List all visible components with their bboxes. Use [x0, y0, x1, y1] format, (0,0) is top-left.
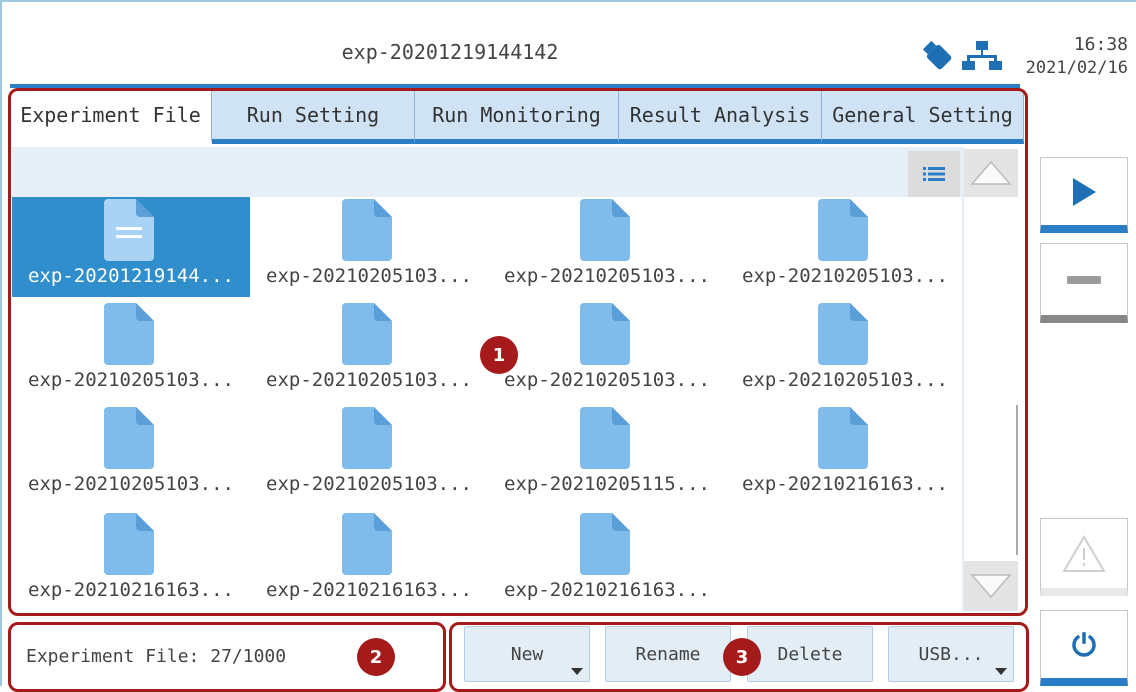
warning-icon [1062, 534, 1106, 572]
rename-button-label: Rename [635, 643, 701, 665]
callout-marker-2: 2 [357, 638, 395, 676]
new-button-label: New [510, 643, 544, 665]
experiment-title: exp-20201219144142 [341, 40, 559, 64]
delete-button[interactable]: Delete [747, 626, 873, 682]
callout-marker-3: 3 [723, 638, 761, 676]
clock-date: 2021/02/16 [1025, 58, 1128, 78]
stop-button[interactable] [1040, 243, 1128, 323]
clock: 16:38 2021/02/16 [1026, 34, 1128, 80]
play-icon [1073, 177, 1096, 206]
new-button[interactable]: New [464, 626, 590, 682]
minus-icon [1067, 275, 1101, 284]
usb-drive-icon [922, 40, 952, 70]
app-screen: exp-20201219144142 16:38 2021/02/16 Expe… [0, 0, 1136, 692]
experiment-file-count: Experiment File: 27/1000 [26, 646, 287, 667]
network-icon [962, 41, 1002, 70]
callout-marker-1: 1 [480, 336, 518, 374]
dropdown-arrow-icon [995, 668, 1007, 675]
dropdown-arrow-icon [571, 668, 583, 675]
run-button[interactable] [1040, 157, 1128, 233]
rename-button[interactable]: Rename [605, 626, 731, 682]
warning-button[interactable] [1040, 518, 1128, 596]
left-border [0, 0, 2, 686]
usb-button[interactable]: USB... [888, 626, 1014, 682]
callout-box-1 [8, 88, 1028, 616]
clock-time: 16:38 [1073, 34, 1128, 55]
delete-button-label: Delete [777, 643, 843, 665]
power-icon [1072, 631, 1096, 657]
power-button[interactable] [1040, 610, 1128, 686]
usb-button-label: USB... [918, 643, 984, 665]
top-border [0, 0, 1136, 2]
